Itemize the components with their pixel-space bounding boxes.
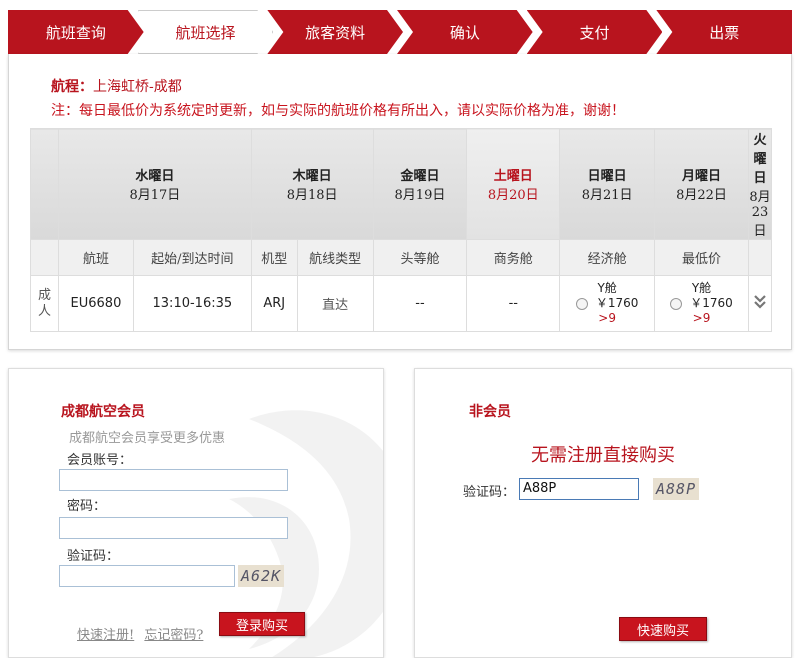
quick-buy-button[interactable]: 快速购买 — [619, 617, 707, 641]
weekday: 木曜日 — [292, 169, 332, 184]
step-label: 出票 — [709, 23, 740, 42]
step-ticketing[interactable]: 出票 — [656, 10, 793, 54]
lowest-radio[interactable] — [670, 297, 683, 310]
weekday: 水曜日 — [135, 169, 175, 184]
passenger-type: 成人 — [30, 275, 59, 332]
captcha-label: 验证码： — [67, 549, 120, 564]
seat-count: >9 — [598, 311, 616, 325]
date-row: 水曜日 8月17日 木曜日 8月18日 金曜日 8月19日 土曜日 8月20日 日曜日 8… — [30, 128, 773, 240]
member-title: 成都航空会员 — [61, 404, 145, 420]
date-cell-selected[interactable]: 土曜日 8月20日 — [466, 128, 561, 240]
step-flight-search[interactable]: 航班查询 — [8, 10, 144, 54]
date-cell[interactable]: 月曜日 8月22日 — [654, 128, 749, 240]
seat-count: >9 — [692, 311, 711, 325]
economy-price: ￥1760 — [595, 296, 639, 310]
date: 8月23日 — [749, 190, 771, 239]
step-confirm[interactable]: 确认 — [397, 10, 533, 54]
account-label: 会员账号： — [67, 453, 133, 468]
member-login-box: 成都航空会员 成都航空会员享受更多优惠 会员账号： 密码： 验证码： A62K … — [8, 368, 384, 658]
forgot-password-link[interactable]: 忘记密码? — [144, 628, 203, 643]
weekday: 日曜日 — [587, 169, 627, 184]
login-buy-button[interactable]: 登录购买 — [219, 612, 305, 636]
date-cell[interactable]: 木曜日 8月18日 — [250, 128, 374, 240]
date: 8月22日 — [676, 188, 727, 203]
aircraft: ARJ — [250, 275, 298, 332]
flight-panel: 航程：上海虹桥-成都 注：每日最低价为系统定时更新，如与实际的航班价格有所出入，… — [8, 54, 792, 350]
lowest-cell[interactable]: Y舱 ￥1760 >9 — [654, 275, 749, 332]
first-class: -- — [372, 275, 468, 332]
flight-time: 13:10-16:35 — [132, 275, 252, 332]
captcha-image[interactable]: A88P — [653, 478, 700, 500]
weekday: 土曜日 — [493, 169, 533, 184]
step-label: 支付 — [579, 23, 610, 42]
date-cell[interactable]: 日曜日 8月21日 — [559, 128, 656, 240]
date: 8月20日 — [487, 188, 539, 203]
cabin-label: Y舱 — [691, 281, 712, 295]
step-flight-select[interactable]: 航班选择 — [138, 10, 274, 54]
route-label: 航程： — [51, 79, 93, 95]
date-cell[interactable]: 金曜日 8月19日 — [372, 128, 468, 240]
date-cell[interactable]: 火曜日 8月23日 — [747, 128, 773, 240]
member-subtitle: 成都航空会员享受更多优惠 — [69, 431, 226, 446]
double-chevron-down-icon — [754, 294, 766, 309]
business-class: -- — [466, 275, 561, 332]
step-label: 旅客资料 — [305, 23, 366, 42]
account-input[interactable] — [59, 469, 288, 491]
col-header: 起始/到达时间 — [132, 239, 252, 276]
step-label: 航班选择 — [175, 23, 236, 42]
weekday: 火曜日 — [753, 133, 767, 186]
expand-button[interactable] — [747, 275, 773, 332]
col-header: 最低价 — [654, 239, 749, 276]
route-value: 上海虹桥-成都 — [93, 79, 182, 95]
col-header: 商务舱 — [466, 239, 561, 276]
route-type: 直达 — [296, 275, 374, 332]
economy-cell[interactable]: Y舱 ￥1760 >9 — [559, 275, 656, 332]
date: 8月21日 — [581, 188, 633, 203]
cabin-label: Y舱 — [597, 281, 617, 295]
nonmember-box: 非会员 无需注册直接购买 验证码： A88P A88P 快速购买 — [414, 368, 792, 658]
weekday: 金曜日 — [400, 169, 440, 184]
register-link[interactable]: 快速注册! — [77, 628, 134, 643]
date: 8月19日 — [394, 188, 446, 203]
date-cell[interactable]: 水曜日 8月17日 — [57, 128, 252, 240]
header-row: 航班 起始/到达时间 机型 航线类型 头等舱 商务舱 经济舱 最低价 — [30, 239, 773, 276]
economy-radio[interactable] — [575, 297, 588, 310]
flight-table: 水曜日 8月17日 木曜日 8月18日 金曜日 8月19日 土曜日 8月20日 日曜日 8… — [30, 128, 773, 332]
table-row: 成人 EU6680 13:10-16:35 ARJ 直达 -- -- Y舱 ￥1… — [30, 275, 773, 332]
booking-steps: 航班查询 航班选择 旅客资料 确认 支付 出票 — [8, 10, 793, 54]
captcha-label: 验证码： — [463, 485, 516, 500]
captcha-image[interactable]: A62K — [238, 565, 285, 587]
date: 8月18日 — [286, 188, 338, 203]
nonmember-headline: 无需注册直接购买 — [531, 445, 675, 466]
route-info: 航程：上海虹桥-成都 — [51, 76, 182, 96]
password-input[interactable] — [59, 517, 288, 539]
captcha-input[interactable] — [59, 565, 235, 587]
col-header: 头等舱 — [372, 239, 468, 276]
weekday: 月曜日 — [681, 169, 721, 184]
member-links: 快速注册! 忘记密码? — [77, 624, 209, 643]
step-payment[interactable]: 支付 — [527, 10, 663, 54]
col-header: 机型 — [250, 239, 298, 276]
lowest-price: ￥1760 — [690, 296, 733, 310]
col-header: 航线类型 — [296, 239, 374, 276]
step-label: 航班查询 — [45, 23, 106, 42]
step-label: 确认 — [449, 23, 480, 42]
col-header: 经济舱 — [559, 239, 656, 276]
captcha-input[interactable]: A88P — [519, 478, 639, 500]
col-header: 航班 — [57, 239, 134, 276]
step-passenger-info[interactable]: 旅客资料 — [267, 10, 403, 54]
date: 8月17日 — [129, 188, 181, 203]
price-note: 注：每日最低价为系统定时更新，如与实际的航班价格有所出入，请以实际价格为准，谢谢… — [51, 103, 625, 119]
password-label: 密码： — [67, 499, 107, 514]
nonmember-title: 非会员 — [469, 404, 511, 420]
flight-number: EU6680 — [57, 275, 134, 332]
